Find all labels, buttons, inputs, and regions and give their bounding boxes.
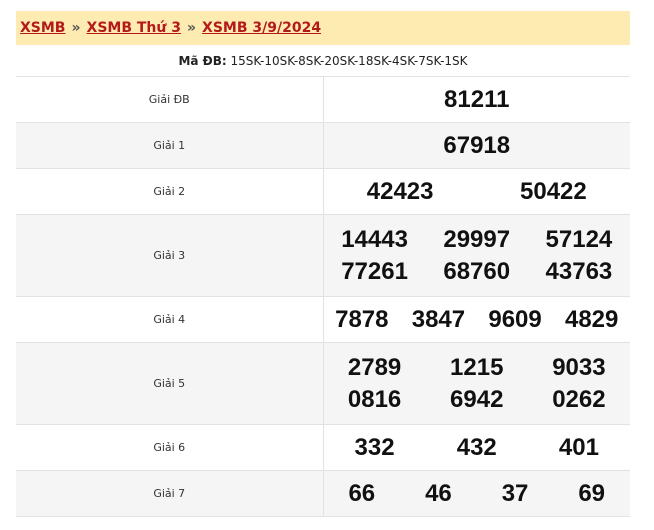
prize-label: Giải 7: [16, 470, 324, 517]
prize-row-g1: Giải 1 67918: [16, 122, 630, 169]
prize-number: 3847: [411, 305, 466, 333]
prize-number: 332: [354, 433, 395, 461]
prize-number: 401: [558, 433, 599, 461]
breadcrumb: XSMB » XSMB Thứ 3 » XSMB 3/9/2024: [16, 11, 630, 45]
breadcrumb-link-weekday[interactable]: XSMB Thứ 3: [87, 20, 181, 36]
prize-label: Giải 3: [16, 214, 324, 297]
prize-number: 1215: [450, 353, 504, 381]
breadcrumb-link-date[interactable]: XSMB 3/9/2024: [202, 20, 321, 36]
prize-number: 42423: [366, 177, 434, 205]
breadcrumb-separator: »: [186, 20, 197, 36]
prize-number: 4829: [564, 305, 619, 333]
breadcrumb-separator: »: [71, 20, 81, 36]
prize-label: Giải ĐB: [16, 76, 324, 123]
prize-row-db: Giải ĐB 81211: [16, 76, 630, 123]
prize-number: 66: [348, 479, 376, 507]
prize-number: 37: [501, 479, 529, 507]
prize-number: 43763: [545, 257, 613, 285]
prize-number: 432: [456, 433, 497, 461]
prize-label: Giải 2: [16, 168, 324, 215]
prize-number: 0816: [347, 385, 402, 413]
prize-number-db: 81211: [323, 76, 630, 123]
prize-label: Giải 5: [16, 342, 324, 425]
prize-number: 9609: [488, 305, 542, 333]
prize-number: 50422: [520, 177, 587, 205]
prize-number: 69: [578, 479, 606, 507]
prize-number: 29997: [443, 225, 511, 253]
prize-number: 0262: [552, 385, 606, 413]
special-code-value: 15SK-10SK-8SK-20SK-18SK-4SK-7SK-1SK: [230, 53, 468, 68]
special-code-label: Mã ĐB:: [178, 53, 227, 68]
prize-number: 46: [425, 479, 452, 507]
results-table: Mã ĐB: 15SK-10SK-8SK-20SK-18SK-4SK-7SK-1…: [16, 45, 630, 517]
prize-row-g3: Giải 3 14443 29997 57124 77261 68760 437…: [16, 214, 630, 297]
prize-number: 14443: [341, 225, 408, 253]
prize-row-g6: Giải 6 332 432 401: [16, 424, 630, 471]
prize-number: 77261: [341, 257, 408, 285]
prize-number: 67918: [323, 122, 630, 169]
prize-label: Giải 6: [16, 424, 324, 471]
prize-row-g4: Giải 4 7878 3847 9609 4829: [16, 296, 630, 343]
results-container: XSMB » XSMB Thứ 3 » XSMB 3/9/2024 Mã ĐB:…: [16, 11, 630, 517]
prize-label: Giải 1: [16, 122, 324, 169]
special-code-row: Mã ĐB: 15SK-10SK-8SK-20SK-18SK-4SK-7SK-1…: [16, 45, 630, 77]
prize-number: 6942: [450, 385, 504, 413]
prize-row-g7: Giải 7 66 46 37 69: [16, 470, 630, 517]
prize-label: Giải 4: [16, 296, 324, 343]
prize-number: 57124: [545, 225, 613, 253]
prize-number: 9033: [552, 353, 606, 381]
breadcrumb-link-xsmb[interactable]: XSMB: [20, 20, 65, 36]
prize-number: 7878: [335, 305, 389, 333]
prize-number: 2789: [347, 353, 402, 381]
prize-row-g2: Giải 2 42423 50422: [16, 168, 630, 215]
prize-row-g5: Giải 5 2789 1215 9033 0816 6942 0262: [16, 342, 630, 425]
prize-number: 68760: [443, 257, 511, 285]
